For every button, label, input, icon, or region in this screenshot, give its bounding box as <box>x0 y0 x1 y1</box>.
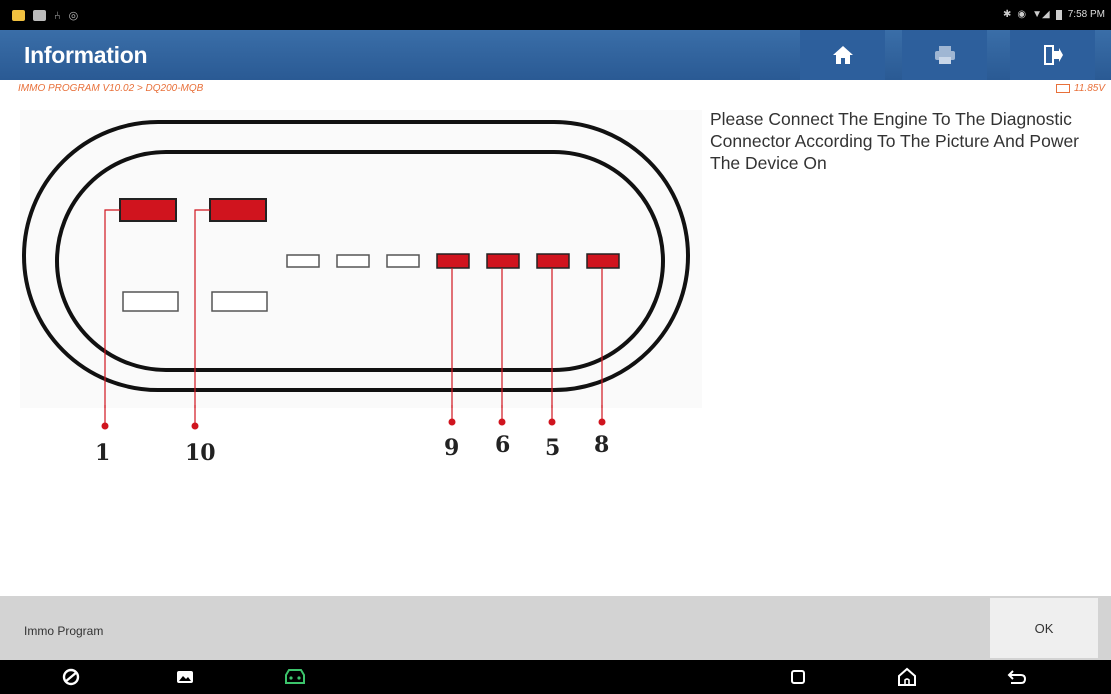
browser-button[interactable] <box>58 665 84 689</box>
footer-bar: Immo Program OK <box>0 596 1111 660</box>
pin-label-8: 8 <box>594 432 610 458</box>
recent-apps-button[interactable] <box>785 665 811 689</box>
leader-dot-8 <box>598 418 606 426</box>
pin-label-1: 1 <box>95 440 111 466</box>
leader-dots <box>101 405 606 430</box>
home-nav-button[interactable] <box>894 665 920 689</box>
home-nav-icon <box>898 667 916 686</box>
leader-dot-1 <box>101 422 109 430</box>
pin-label-10: 10 <box>185 440 216 466</box>
car-diagnostic-icon <box>285 669 305 684</box>
footer-label: Immo Program <box>24 624 104 638</box>
recent-apps-icon <box>791 670 805 684</box>
leader-dot-9 <box>448 418 456 426</box>
back-icon <box>1007 670 1027 684</box>
back-button[interactable] <box>1004 665 1030 689</box>
ok-button[interactable]: OK <box>990 598 1098 658</box>
instruction-text: Please Connect The Engine To The Diagnos… <box>710 109 1080 173</box>
leader-dot-5 <box>548 418 556 426</box>
gallery-icon <box>177 671 193 683</box>
pin-label-5: 5 <box>545 435 561 461</box>
car-diagnostic-button[interactable] <box>282 665 308 689</box>
gallery-button[interactable] <box>172 665 198 689</box>
leader-dot-6 <box>498 418 506 426</box>
pin-label-9: 9 <box>444 435 460 461</box>
browser-icon <box>62 668 80 686</box>
leader-dot-10 <box>191 422 199 430</box>
system-nav-bar <box>0 660 1111 694</box>
pin-label-6: 6 <box>495 432 511 458</box>
